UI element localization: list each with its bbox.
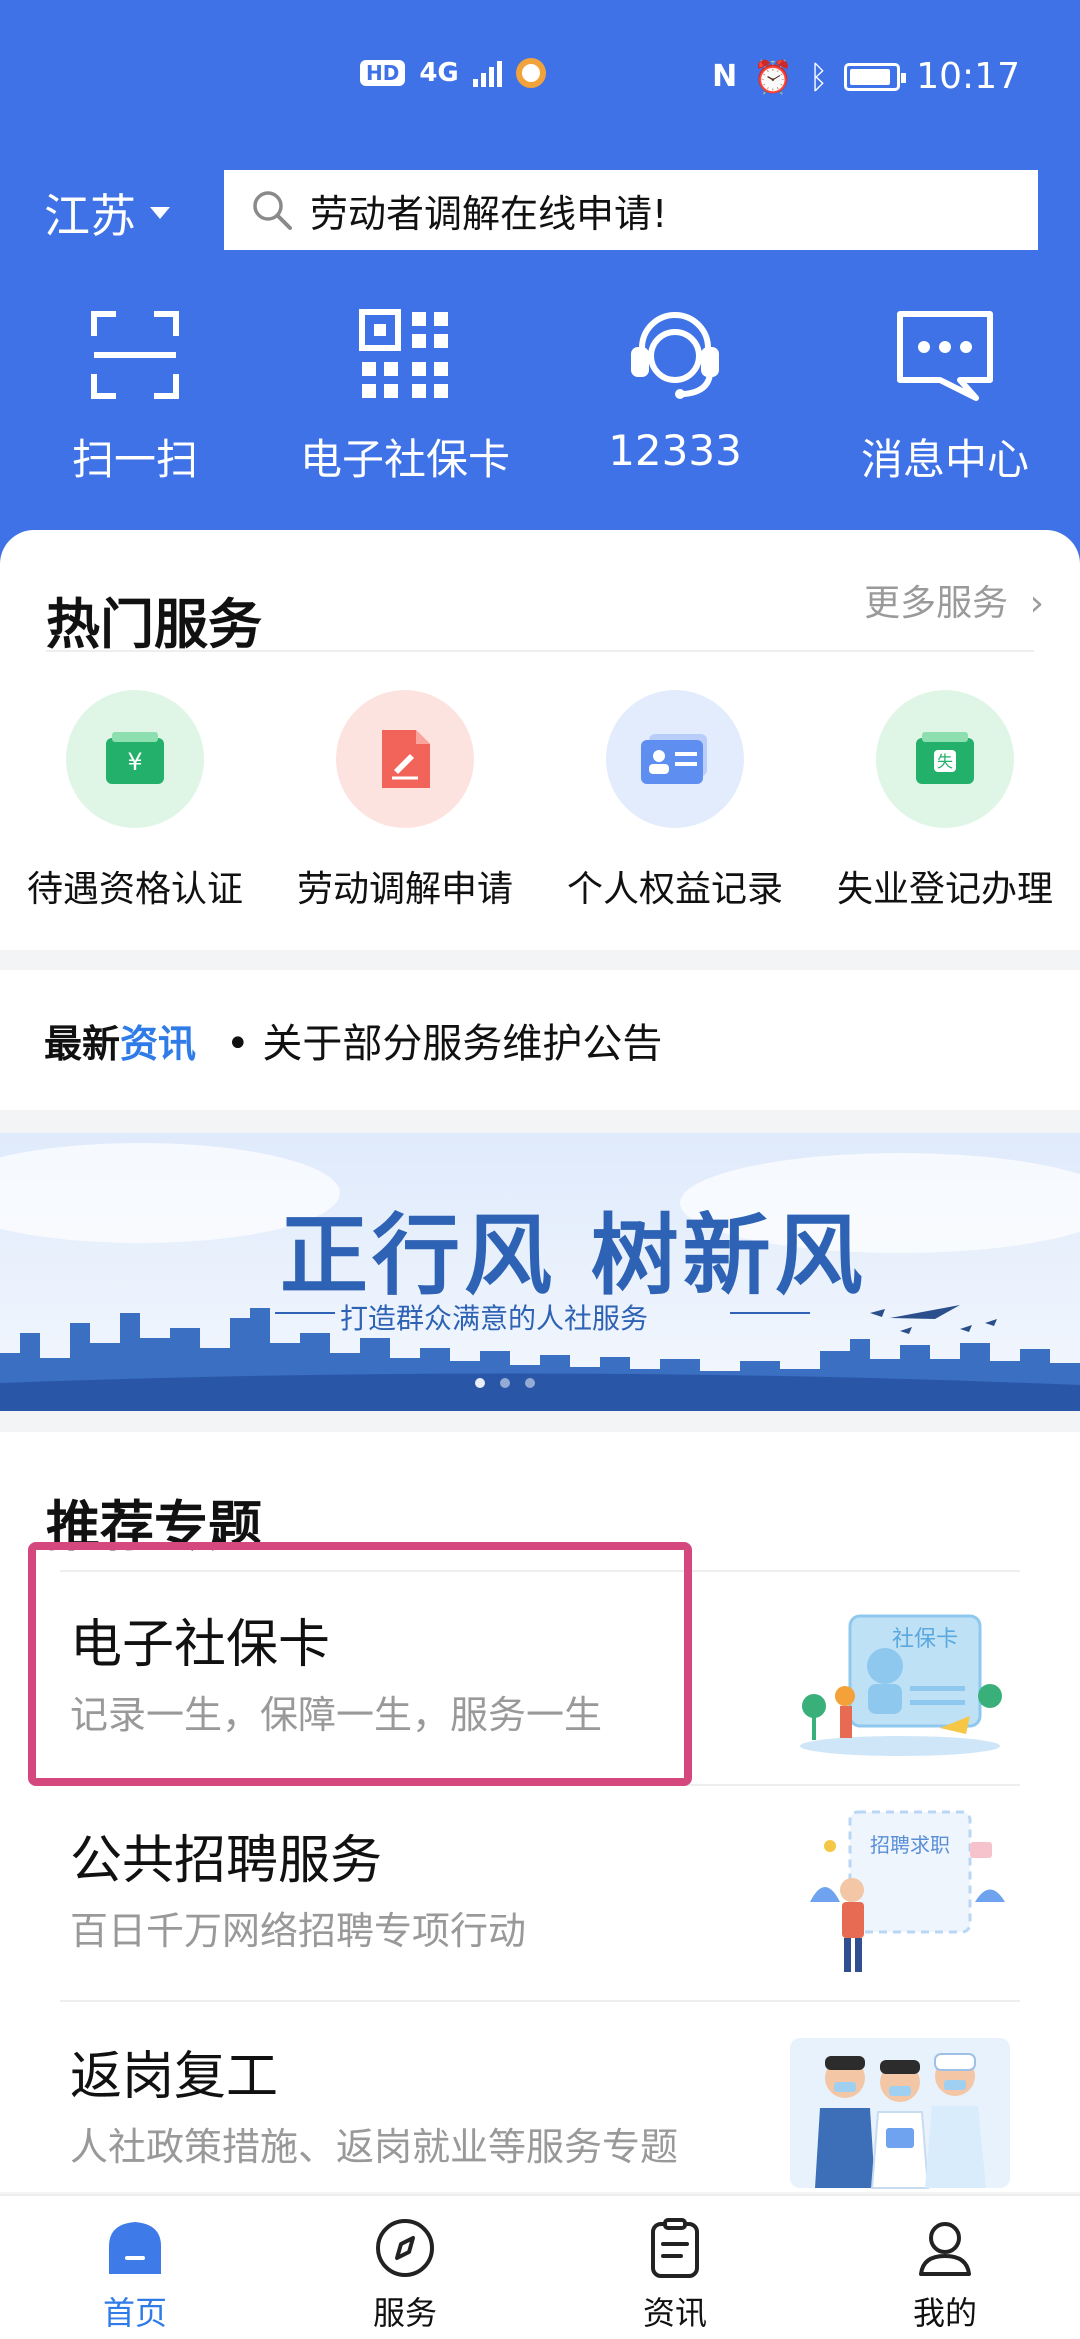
news-brand-b: 资讯 [120, 1021, 197, 1066]
more-services-link[interactable]: 更多服务 › [864, 574, 1044, 626]
recommend-section: 推荐专题 电子社保卡 记录一生，保障一生，服务一生 社保卡 公共招聘服务 百日千… [0, 1432, 1080, 2192]
profile-icon [919, 2222, 971, 2276]
svg-text:社保卡: 社保卡 [892, 1627, 958, 1652]
region-label: 江苏 [44, 189, 136, 243]
chevron-right-icon: › [1029, 583, 1044, 624]
status-bar: HD 4G N ⏰ ᛒ 10:17 [0, 50, 1080, 110]
alarm-icon: ⏰ [753, 57, 794, 96]
quick-hotline[interactable]: 12333 [540, 300, 810, 500]
tab-label: 服务 [372, 2294, 437, 2332]
tab-label: 首页 [102, 2294, 167, 2332]
service-item[interactable]: 劳动调解申请 [270, 690, 540, 912]
quick-label: 扫一扫 [71, 435, 198, 484]
recruitment-illustration: 招聘求职 [810, 1810, 1005, 1972]
tab-home[interactable]: 首页 [0, 2196, 270, 2339]
tab-news[interactable]: 资讯 [540, 2196, 810, 2339]
divider [46, 650, 1034, 652]
tab-profile[interactable]: 我的 [810, 2196, 1080, 2339]
caret-down-icon [150, 207, 170, 219]
region-selector[interactable]: 江苏 [44, 180, 170, 246]
promo-banner[interactable]: 正行风 树新风 打造群众满意的人社服务 [0, 1133, 1080, 1411]
search-bar[interactable]: 劳动者调解在线申请! [224, 170, 1038, 250]
signal-icon [472, 59, 502, 87]
tab-label: 资讯 [642, 2294, 707, 2332]
section-title: 热门服务 [46, 593, 262, 656]
nfc-icon: N [712, 59, 738, 94]
topic-subtitle: 百日千万网络招聘专项行动 [70, 1909, 527, 1953]
divider [60, 2000, 1020, 2002]
quick-label: 电子社保卡 [299, 435, 510, 484]
topic-item-return-to-work[interactable]: 返岗复工 人社政策措施、返岗就业等服务专题 [60, 2004, 1020, 2214]
quick-label: 消息中心 [860, 435, 1029, 484]
app-notification-icon [515, 58, 546, 88]
clock: 10:17 [916, 56, 1020, 97]
highlight-box [28, 1542, 692, 1786]
service-item[interactable]: 个人权益记录 [540, 690, 810, 912]
banner-slogan: 正行风 树新风 [280, 1204, 867, 1307]
status-left: HD 4G [360, 58, 546, 88]
document-sign-icon [336, 690, 474, 828]
search-text: 劳动者调解在线申请! [310, 191, 668, 236]
hot-services-card: 热门服务 更多服务 › ¥ 待遇资格认证 劳动调解申请 个人权益记录 失 失业登… [0, 530, 1080, 950]
news-ticker[interactable]: 最新资讯 • 关于部分服务维护公告 [0, 970, 1080, 1110]
home-icon [109, 2222, 161, 2274]
service-label: 失业登记办理 [836, 869, 1053, 910]
tab-label: 我的 [912, 2294, 977, 2332]
service-item[interactable]: 失 失业登记办理 [810, 690, 1080, 912]
quick-messages[interactable]: 消息中心 [810, 300, 1080, 500]
topic-title: 公共招聘服务 [70, 1831, 383, 1891]
service-label: 待遇资格认证 [26, 869, 243, 910]
svg-text:¥: ¥ [127, 748, 142, 776]
more-label: 更多服务 [864, 583, 1009, 624]
scan-icon [91, 311, 179, 399]
service-item[interactable]: ¥ 待遇资格认证 [0, 690, 270, 912]
news-item: • 关于部分服务维护公告 [226, 1021, 663, 1067]
qr-code-icon [359, 309, 448, 398]
medical-staff-illustration [790, 2038, 1010, 2189]
svg-text:招聘求职: 招聘求职 [870, 1833, 950, 1857]
battery-icon [844, 62, 907, 91]
topic-item-recruitment[interactable]: 公共招聘服务 百日千万网络招聘专项行动 招聘求职 [60, 1788, 1020, 1998]
unemployment-icon: 失 [876, 690, 1014, 828]
header: HD 4G N ⏰ ᛒ 10:17 江苏 劳动者调解在线申请! 扫一扫 电子社保… [0, 0, 1080, 600]
quick-social-card[interactable]: 电子社保卡 [270, 300, 540, 500]
quick-label: 12333 [608, 426, 742, 475]
status-right: N ⏰ ᛒ 10:17 [712, 56, 1020, 97]
svg-text:失: 失 [937, 752, 953, 771]
hd-badge: HD [360, 60, 406, 86]
service-label: 劳动调解申请 [296, 869, 513, 910]
id-card-icon [606, 690, 744, 828]
search-icon [253, 191, 292, 230]
service-grid: ¥ 待遇资格认证 劳动调解申请 个人权益记录 失 失业登记办理 [0, 690, 1080, 912]
news-icon [651, 2218, 699, 2278]
bottom-tab-bar: 首页 服务 资讯 我的 [0, 2194, 1080, 2339]
banner-subtitle: 打造群众满意的人社服务 [340, 1302, 649, 1335]
wallet-icon: ¥ [66, 690, 204, 828]
customer-service-icon [631, 312, 719, 399]
service-label: 个人权益记录 [566, 869, 783, 910]
message-icon [897, 311, 993, 401]
topic-subtitle: 人社政策措施、返岗就业等服务专题 [70, 2125, 679, 2169]
compass-icon [376, 2219, 434, 2277]
bluetooth-icon: ᛒ [809, 57, 829, 96]
quick-scan[interactable]: 扫一扫 [0, 300, 270, 500]
topic-title: 返岗复工 [70, 2047, 279, 2107]
social-card-illustration: 社保卡 [800, 1614, 1002, 1756]
news-brand-a: 最新 [44, 1021, 121, 1066]
news-brand: 最新资讯 [44, 1013, 196, 1068]
network-label: 4G [419, 58, 459, 88]
tab-services[interactable]: 服务 [270, 2196, 540, 2339]
quick-actions: 扫一扫 电子社保卡 12333 消息中心 [0, 300, 1080, 500]
